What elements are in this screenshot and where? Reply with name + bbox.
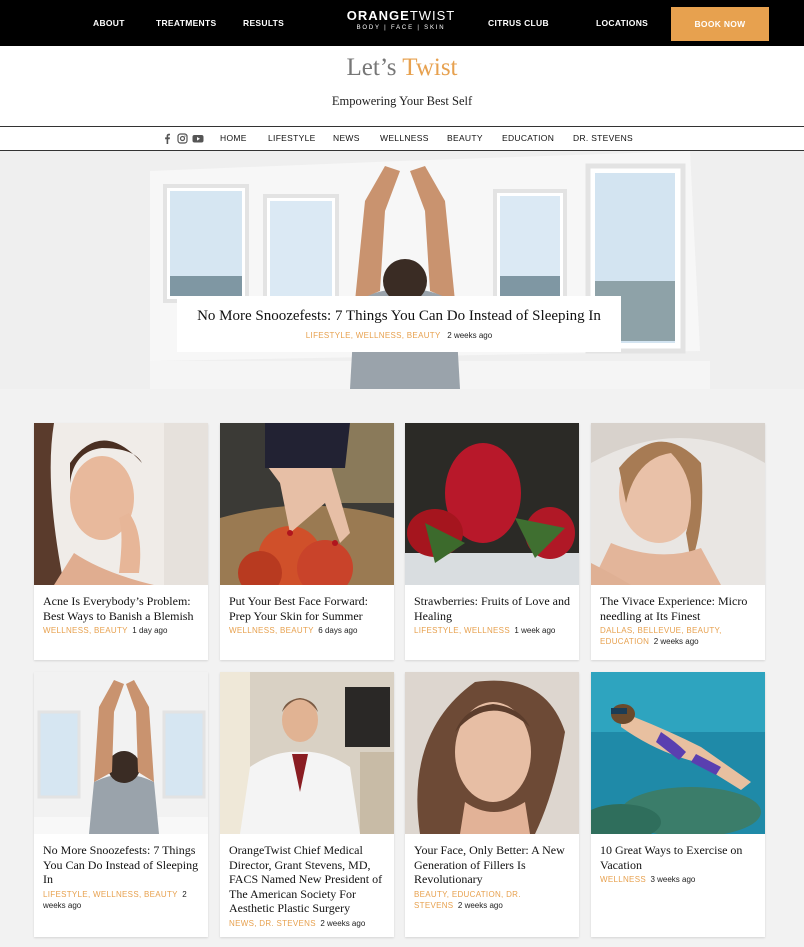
post-card[interactable]: The Vivace Experience: Micro needling at… [591,423,765,660]
post-title[interactable]: Acne Is Everybody’s Problem: Best Ways t… [43,594,199,623]
blog-title-accent: Twist [402,54,458,81]
post-card[interactable]: Strawberries: Fruits of Love and Healing… [405,423,579,660]
post-tags[interactable]: NEWS, DR. STEVENS [229,919,316,928]
post-photo [220,672,394,834]
post-title[interactable]: Strawberries: Fruits of Love and Healing [414,594,570,623]
post-title[interactable]: Put Your Best Face Forward: Prep Your Sk… [229,594,385,623]
hero-post-tags[interactable]: LIFESTYLE, WELLNESS, BEAUTY [306,331,441,340]
post-thumbnail[interactable] [34,672,208,834]
logo-wordmark-light: TWIST [409,8,456,23]
hero-post-date: 2 weeks ago [447,331,493,340]
book-now-button[interactable]: BOOK NOW [671,7,769,41]
subnav-item-wellness[interactable]: WELLNESS [380,127,429,150]
post-photo [220,423,394,585]
post-photo [591,672,765,834]
nav-about[interactable]: ABOUT [93,0,125,46]
post-date: 2 weeks ago [320,918,366,928]
post-title[interactable]: OrangeTwist Chief Medical Director, Gran… [229,843,385,916]
youtube-icon[interactable] [192,133,204,144]
post-card[interactable]: OrangeTwist Chief Medical Director, Gran… [220,672,394,937]
subnav-item-beauty[interactable]: BEAUTY [447,127,483,150]
subnav-item-news[interactable]: NEWS [333,127,360,150]
post-thumbnail[interactable] [405,672,579,834]
post-meta: WELLNESS 3 weeks ago [600,874,756,885]
category-navigation: HOME LIFESTYLE NEWS WELLNESS BEAUTY EDUC… [0,126,804,151]
facebook-icon[interactable] [162,133,173,144]
post-card[interactable]: Put Your Best Face Forward: Prep Your Sk… [220,423,394,660]
post-thumbnail[interactable] [405,423,579,585]
instagram-icon[interactable] [177,133,188,144]
post-meta: NEWS, DR. STEVENS 2 weeks ago [229,918,385,929]
hero-post-title[interactable]: No More Snoozefests: 7 Things You Can Do… [177,308,621,325]
blog-header: Let’s Twist Empowering Your Best Self [0,46,804,126]
post-title[interactable]: No More Snoozefests: 7 Things You Can Do… [43,843,199,887]
post-date: 2 weeks ago [653,637,699,646]
post-card[interactable]: 10 Great Ways to Exercise on Vacation WE… [591,672,765,937]
post-card[interactable]: Your Face, Only Better: A New Generation… [405,672,579,937]
nav-locations[interactable]: LOCATIONS [596,0,648,46]
post-meta: LIFESTYLE, WELLNESS, BEAUTY 2 weeks ago [43,889,199,911]
blog-title[interactable]: Let’s Twist [0,54,804,82]
subnav-item-education[interactable]: EDUCATION [502,127,554,150]
hero-bedroom-photo [0,151,804,389]
hero-post-meta: LIFESTYLE, WELLNESS, BEAUTY 2 weeks ago [177,331,621,340]
post-tags[interactable]: WELLNESS, BEAUTY [229,626,314,635]
post-thumbnail[interactable] [591,672,765,834]
post-date: 6 days ago [318,626,358,635]
post-photo [405,672,579,834]
post-thumbnail[interactable] [34,423,208,585]
post-card[interactable]: No More Snoozefests: 7 Things You Can Do… [34,672,208,937]
post-meta: LIFESTYLE, WELLNESS 1 week ago [414,625,570,636]
post-tags[interactable]: LIFESTYLE, WELLNESS, BEAUTY [43,890,178,899]
post-thumbnail[interactable] [591,423,765,585]
post-tags[interactable]: LIFESTYLE, WELLNESS [414,626,510,635]
post-title[interactable]: The Vivace Experience: Micro needling at… [600,594,756,623]
hero-featured-image[interactable] [0,151,804,389]
post-photo [34,672,208,834]
subnav-item-dr-stevens[interactable]: DR. STEVENS [573,127,633,150]
blog-title-plain: Let’s [346,54,403,81]
nav-citrus-club[interactable]: CITRUS CLUB [488,0,549,46]
post-date: 2 weeks ago [457,900,503,910]
blog-tagline: Empowering Your Best Self [331,94,473,108]
subnav-item-home[interactable]: HOME [220,127,247,150]
post-meta: WELLNESS, BEAUTY 1 day ago [43,625,199,636]
hero-post-card[interactable]: No More Snoozefests: 7 Things You Can Do… [177,296,621,352]
post-photo [405,423,579,585]
post-thumbnail[interactable] [220,672,394,834]
post-photo [591,423,765,585]
post-title[interactable]: 10 Great Ways to Exercise on Vacation [600,843,756,872]
logo-wordmark-bold: ORANGE [346,8,410,23]
logo-subtitle: BODY | FACE | SKIN [356,25,446,31]
post-card[interactable]: Acne Is Everybody’s Problem: Best Ways t… [34,423,208,660]
post-meta: DALLAS, BELLEVUE, BEAUTY, EDUCATION 2 we… [600,625,756,647]
post-thumbnail[interactable] [220,423,394,585]
post-meta: WELLNESS, BEAUTY 6 days ago [229,625,385,636]
post-date: 1 week ago [514,626,556,635]
post-tags[interactable]: WELLNESS, BEAUTY [43,626,128,635]
post-photo [34,423,208,585]
nav-results[interactable]: RESULTS [243,0,284,46]
subnav-item-lifestyle[interactable]: LIFESTYLE [268,127,316,150]
post-date: 1 day ago [132,626,168,635]
post-date: 3 weeks ago [650,875,696,884]
orangetwist-logo[interactable]: ORANGETWIST BODY | FACE | SKIN [346,9,456,32]
post-title[interactable]: Your Face, Only Better: A New Generation… [414,843,570,887]
top-navigation-bar: ABOUT TREATMENTS RESULTS ORANGETWIST BOD… [0,0,804,46]
post-meta: BEAUTY, EDUCATION, DR. STEVENS 2 weeks a… [414,889,570,911]
post-tags[interactable]: WELLNESS [600,875,646,884]
nav-treatments[interactable]: TREATMENTS [156,0,216,46]
